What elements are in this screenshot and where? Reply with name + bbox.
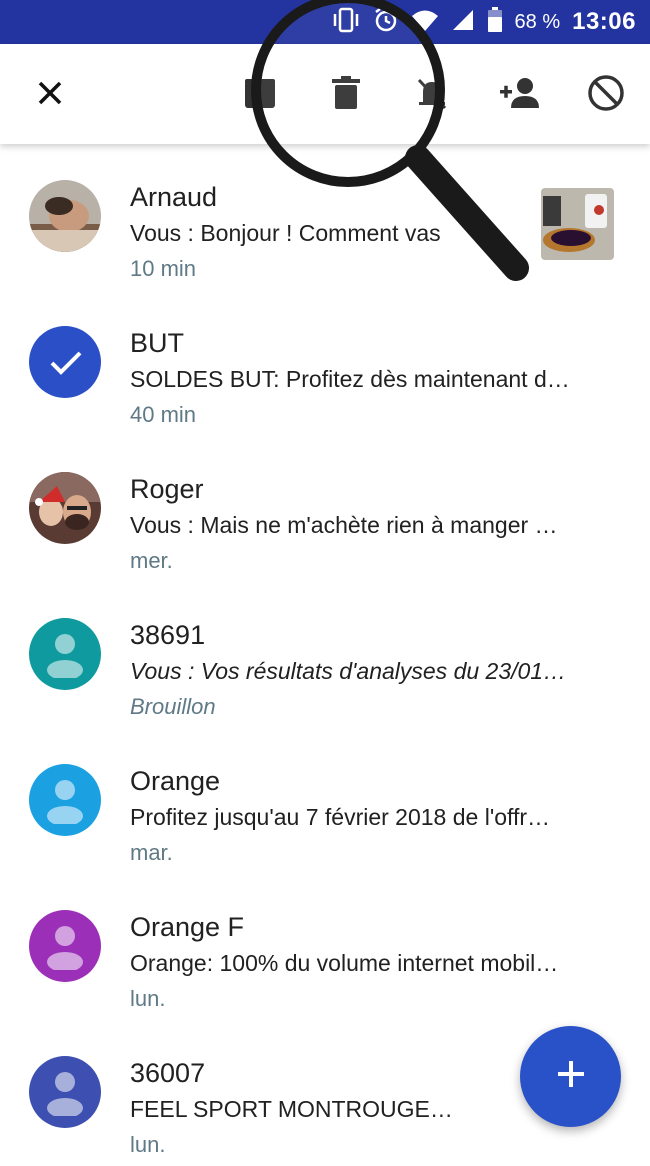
default-person-avatar [29, 1056, 101, 1128]
default-person-avatar [29, 910, 101, 982]
avatar [29, 180, 101, 252]
selection-action-bar [0, 44, 650, 144]
new-conversation-button[interactable] [520, 1026, 621, 1127]
attachment-thumbnail[interactable] [541, 188, 614, 260]
contact-name: Orange [130, 766, 221, 796]
message-snippet: FEEL SPORT MONTROUGE… [130, 1096, 453, 1122]
close-selection-button[interactable] [24, 69, 76, 121]
message-snippet: SOLDES BUT: Profitez dès maintenant d… [130, 366, 570, 392]
block-icon [587, 74, 625, 117]
message-snippet: Orange: 100% du volume internet mobil… [130, 950, 559, 976]
default-person-avatar [29, 764, 101, 836]
close-icon [36, 79, 64, 112]
mute-notifications-icon [415, 76, 449, 115]
message-snippet: Vous : Mais ne m'achète rien à manger … [130, 512, 558, 538]
delete-icon [331, 75, 361, 115]
block-button[interactable] [580, 69, 632, 121]
message-time: 40 min [130, 402, 197, 427]
message-time: mer. [130, 548, 173, 573]
conversation-row-roger[interactable]: Roger Vous : Mais ne m'achète rien à man… [0, 436, 650, 582]
contact-name: Orange F [130, 912, 245, 942]
message-snippet: Vous : Bonjour ! Comment vas [130, 220, 441, 246]
add-contact-button[interactable] [494, 69, 546, 121]
add-contact-icon [499, 76, 541, 115]
conversation-list: Arnaud Vous : Bonjour ! Comment vas 10 m… [0, 144, 650, 1166]
archive-button[interactable] [234, 69, 286, 121]
default-person-avatar [29, 618, 101, 690]
message-snippet: Profitez jusqu'au 7 février 2018 de l'of… [130, 804, 551, 830]
person-icon [47, 924, 83, 975]
contact-name: Arnaud [130, 182, 218, 212]
contact-name: 38691 [130, 620, 206, 650]
status-bar: 68 % 13:06 [0, 0, 650, 44]
signal-icon [451, 8, 475, 37]
message-time: lun. [130, 1132, 166, 1157]
battery-icon [487, 6, 503, 38]
contact-name: Roger [130, 474, 204, 504]
person-icon [47, 778, 83, 829]
archive-icon [243, 76, 277, 115]
battery-percent: 68 % [514, 10, 561, 33]
person-icon [47, 632, 83, 683]
conversation-row-orange-f[interactable]: Orange F Orange: 100% du volume internet… [0, 874, 650, 1020]
draft-label: Brouillon [130, 694, 216, 719]
checkmark-icon [49, 350, 83, 381]
alarm-icon [373, 7, 399, 38]
contact-name: 36007 [130, 1058, 206, 1088]
conversation-row-38691[interactable]: 38691 Vous : Vos résultats d'analyses du… [0, 582, 650, 728]
message-time: mar. [130, 840, 173, 865]
message-time: 10 min [130, 256, 197, 281]
person-icon [47, 1070, 83, 1121]
mute-notifications-button[interactable] [406, 69, 458, 121]
avatar [29, 472, 101, 544]
selected-check-avatar [29, 326, 101, 398]
message-time: lun. [130, 986, 166, 1011]
status-icons: 68 % 13:06 [331, 0, 636, 44]
conversation-row-arnaud[interactable]: Arnaud Vous : Bonjour ! Comment vas 10 m… [0, 144, 650, 290]
conversation-row-orange[interactable]: Orange Profitez jusqu'au 7 février 2018 … [0, 728, 650, 874]
plus-icon [556, 1059, 586, 1094]
delete-button[interactable] [320, 69, 372, 121]
conversation-row-but[interactable]: BUT SOLDES BUT: Profitez dès maintenant … [0, 290, 650, 436]
message-snippet: Vous : Vos résultats d'analyses du 23/01… [130, 658, 567, 684]
contact-name: BUT [130, 328, 184, 358]
vibrate-icon [331, 7, 361, 38]
wifi-icon [411, 8, 439, 37]
clock: 13:06 [572, 8, 636, 35]
